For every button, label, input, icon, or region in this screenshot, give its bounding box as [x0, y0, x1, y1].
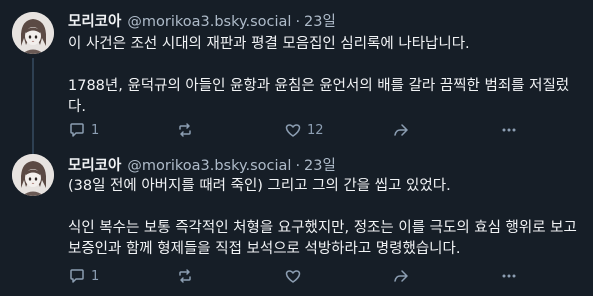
post-actions: 1 — [68, 266, 588, 286]
post-header: 모리코아 @morikoa3.bsky.social · 23일 — [68, 154, 336, 174]
thread-line — [32, 58, 34, 148]
post-text: 이 사건은 조선 시대의 재판과 평결 모음집인 심리록에 나타납니다. 178… — [68, 34, 583, 118]
share-icon — [394, 124, 408, 136]
more-options-button[interactable] — [500, 266, 518, 286]
reply-icon — [70, 123, 84, 137]
post-time[interactable]: 23일 — [304, 10, 336, 31]
repost-button[interactable] — [176, 120, 199, 140]
avatar[interactable] — [12, 12, 54, 54]
author-name[interactable]: 모리코아 — [68, 154, 121, 175]
reply-count: 1 — [91, 268, 100, 284]
post-text: (38일 전에 아버지를 때려 죽인) 그리고 그의 간을 씹고 있었다. 식인… — [68, 176, 583, 260]
post-paragraph: 1788년, 윤덕규의 아들인 윤항과 윤침은 윤언서의 배를 갈라 끔찍한 범… — [68, 78, 570, 115]
repost-button[interactable] — [176, 266, 199, 286]
post[interactable]: 모리코아 @morikoa3.bsky.social · 23일 (38일 전에… — [0, 148, 593, 296]
share-button[interactable] — [392, 266, 410, 286]
more-icon — [502, 274, 516, 278]
repost-icon — [179, 269, 191, 283]
reply-count: 1 — [91, 122, 100, 138]
author-handle[interactable]: @morikoa3.bsky.social — [127, 14, 291, 30]
reply-icon — [70, 269, 84, 283]
more-icon — [502, 128, 516, 132]
post-time[interactable]: 23일 — [304, 154, 336, 175]
author-name[interactable]: 모리코아 — [68, 10, 121, 31]
separator-dot: · — [295, 14, 301, 30]
separator-dot: · — [295, 158, 301, 174]
post-actions: 1 12 — [68, 120, 588, 140]
heart-icon — [285, 270, 301, 283]
like-button[interactable]: 12 — [284, 120, 324, 140]
author-handle[interactable]: @morikoa3.bsky.social — [127, 158, 291, 174]
like-button[interactable] — [284, 266, 307, 286]
post-paragraph: 식인 복수는 보통 즉각적인 처형을 요구했지만, 정조는 이를 극도의 효심 … — [68, 220, 577, 257]
reply-button[interactable]: 1 — [68, 266, 99, 286]
like-count: 12 — [307, 122, 324, 138]
more-options-button[interactable] — [500, 120, 518, 140]
avatar[interactable] — [12, 154, 54, 196]
post-paragraph: (38일 전에 아버지를 때려 죽인) 그리고 그의 간을 씹고 있었다. — [68, 178, 451, 194]
post[interactable]: 모리코아 @morikoa3.bsky.social · 23일 이 사건은 조… — [0, 0, 593, 148]
post-header: 모리코아 @morikoa3.bsky.social · 23일 — [68, 10, 336, 30]
share-button[interactable] — [392, 120, 410, 140]
post-paragraph: 이 사건은 조선 시대의 재판과 평결 모음집인 심리록에 나타납니다. — [68, 36, 470, 52]
share-icon — [394, 270, 408, 282]
avatar-illustration — [12, 154, 54, 196]
avatar-illustration — [12, 12, 54, 54]
reply-button[interactable]: 1 — [68, 120, 99, 140]
heart-icon — [285, 124, 301, 137]
repost-icon — [179, 123, 191, 137]
